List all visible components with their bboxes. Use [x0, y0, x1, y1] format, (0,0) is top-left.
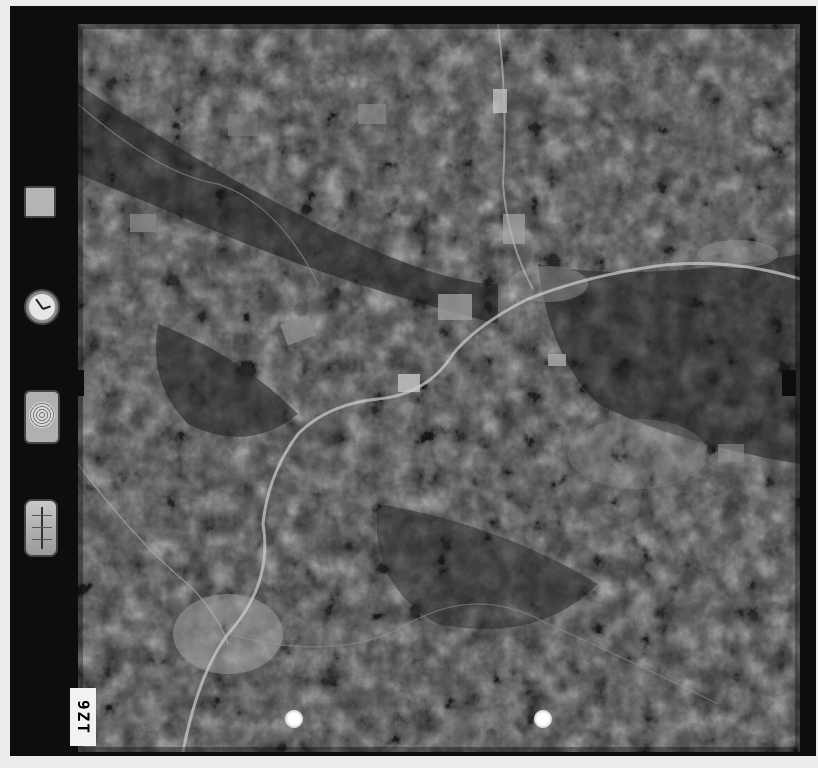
- fiducial-mark: [285, 710, 303, 728]
- level-tick: [32, 515, 52, 516]
- farm-field: [130, 214, 156, 232]
- farm-field: [228, 114, 258, 136]
- town: [568, 419, 708, 489]
- frame-notch-right: [782, 370, 796, 396]
- fiducial-mark: [534, 710, 552, 728]
- altimeter-icon: [24, 390, 60, 444]
- level-tick: [32, 539, 52, 540]
- farm-field: [503, 214, 525, 244]
- clock-hand: [42, 305, 51, 310]
- level-tick: [32, 527, 52, 528]
- film-frame: [10, 6, 816, 756]
- altimeter-dial: [29, 402, 55, 428]
- aerial-terrain-map: [78, 24, 800, 752]
- farm-field: [548, 354, 566, 366]
- farm-field: [358, 104, 386, 124]
- instrument-label-plate: [24, 186, 56, 218]
- clock-icon: [24, 289, 60, 325]
- aerial-photo: [78, 24, 800, 752]
- frame-number-label: 9ZT: [70, 688, 96, 746]
- farm-field: [718, 444, 744, 462]
- level-bubble-icon: [24, 499, 58, 557]
- frame-notch-left: [70, 370, 84, 396]
- level-needle: [41, 507, 43, 549]
- farm-field: [438, 294, 472, 320]
